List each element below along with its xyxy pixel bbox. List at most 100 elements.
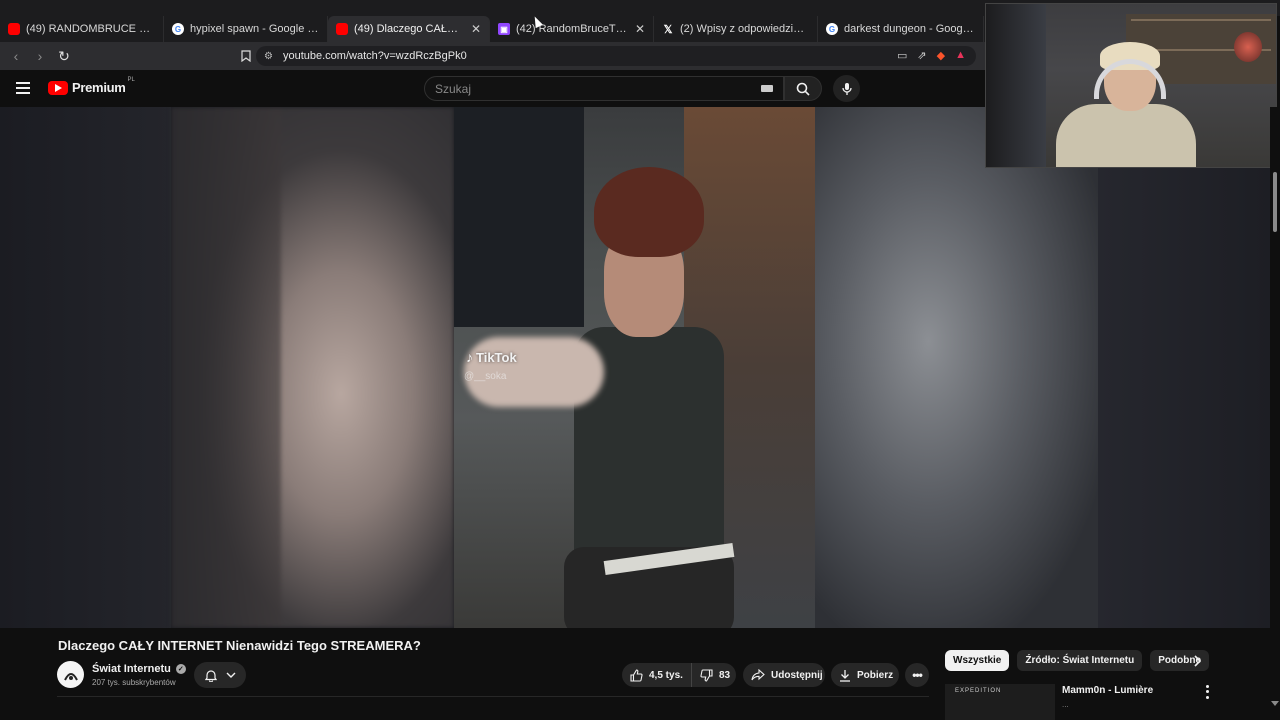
channel-name[interactable]: Świat Internetu ✓ bbox=[92, 663, 186, 675]
brave-shield-icon[interactable]: ◆ bbox=[937, 49, 945, 62]
close-icon[interactable]: ✕ bbox=[635, 22, 645, 36]
download-label: Pobierz bbox=[857, 669, 894, 681]
search-button[interactable] bbox=[784, 76, 822, 101]
tiktok-username: @__soka bbox=[464, 371, 507, 382]
menu-icon[interactable] bbox=[16, 82, 30, 94]
microphone-icon bbox=[841, 82, 852, 95]
tab-title: hypixel spawn - Google Search bbox=[190, 23, 319, 35]
tab-title: (2) Wpisy z odpowiedziami użytkown bbox=[680, 23, 809, 35]
address-bar[interactable]: ⚙ youtube.com/watch?v=wzdRczBgPk0 ▭ ⇗ ◆ … bbox=[256, 46, 976, 66]
tab-title: (49) RANDOMBRUCE MA CIĘŻKĄ SYT bbox=[26, 23, 155, 35]
tab-title: (42) RandomBruceTV - Twitch bbox=[516, 23, 629, 35]
browser-tab-active[interactable]: (49) Dlaczego CAŁY INTERNET N ✕ bbox=[328, 16, 490, 42]
ambient-blur-right bbox=[1098, 107, 1270, 628]
video-player[interactable]: ♪ TikTok @__soka bbox=[0, 107, 1270, 628]
address-bar-actions: ▭ ⇗ ◆ ▲ bbox=[897, 49, 966, 62]
bookmark-icon[interactable] bbox=[236, 46, 256, 66]
youtube-icon bbox=[336, 23, 348, 35]
recommendation-channel: ... bbox=[1062, 700, 1069, 709]
browser-tab-strip: (49) RANDOMBRUCE MA CIĘŻKĄ SYT G hypixel… bbox=[0, 16, 985, 42]
more-horizontal-icon: ••• bbox=[912, 668, 923, 682]
tiktok-watermark: ♪ TikTok bbox=[466, 349, 517, 365]
share-label: Udostępnij bbox=[771, 669, 823, 681]
divider bbox=[57, 696, 929, 697]
brave-rewards-icon[interactable]: ▲ bbox=[955, 49, 966, 62]
search-input[interactable]: Szukaj bbox=[424, 76, 784, 101]
twitch-icon: ▣ bbox=[498, 23, 510, 35]
channel-logo-icon bbox=[63, 672, 78, 680]
site-settings-icon[interactable]: ⚙ bbox=[264, 51, 273, 62]
like-count: 4,5 tys. bbox=[649, 669, 683, 681]
page-scrollbar[interactable] bbox=[1270, 107, 1280, 720]
video-person bbox=[464, 167, 735, 628]
recommendation-thumbnail[interactable]: EXPEDITION bbox=[945, 684, 1055, 720]
chevron-right-icon[interactable] bbox=[1190, 653, 1204, 669]
url-text: youtube.com/watch?v=wzdRczBgPk0 bbox=[282, 50, 467, 62]
youtube-header: Premium PL Szukaj bbox=[0, 70, 985, 107]
forward-icon[interactable]: › bbox=[30, 46, 50, 66]
youtube-logo[interactable]: Premium PL bbox=[48, 76, 135, 95]
kebab-menu-icon[interactable] bbox=[1203, 684, 1211, 700]
webcam-window bbox=[986, 4, 1046, 167]
browser-tab[interactable]: G hypixel spawn - Google Search bbox=[164, 16, 328, 42]
video-frame[interactable]: ♪ TikTok @__soka bbox=[454, 107, 815, 628]
share-icon[interactable]: ⇗ bbox=[917, 49, 926, 62]
ambient-blur-left-inner bbox=[171, 107, 454, 628]
cast-icon[interactable]: ▭ bbox=[897, 49, 907, 62]
chip-all[interactable]: Wszystkie bbox=[945, 650, 1010, 671]
scroll-down-icon[interactable] bbox=[1271, 701, 1279, 706]
youtube-icon bbox=[8, 23, 20, 35]
browser-tab[interactable]: G darkest dungeon - Google Search bbox=[818, 16, 984, 42]
region-code: PL bbox=[127, 76, 135, 83]
dislike-count: 83 bbox=[719, 669, 731, 681]
like-dislike-group: 4,5 tys. 83 bbox=[622, 663, 736, 687]
chip-source[interactable]: Źródło: Świat Internetu bbox=[1017, 650, 1143, 671]
voice-search-button[interactable] bbox=[833, 75, 860, 102]
youtube-play-icon bbox=[48, 80, 68, 95]
search-icon bbox=[796, 82, 810, 96]
search-placeholder: Szukaj bbox=[435, 81, 472, 96]
ambient-blur-right-inner bbox=[815, 107, 1098, 628]
ambient-blur-left bbox=[0, 107, 171, 628]
tiktok-icon: ♪ bbox=[466, 349, 473, 365]
browser-toolbar: ‹ › ↻ ⚙ youtube.com/watch?v=wzdRczBgPk0 … bbox=[0, 42, 985, 70]
thumbs-up-icon bbox=[630, 668, 643, 682]
reload-icon[interactable]: ↻ bbox=[54, 46, 74, 66]
tab-title: darkest dungeon - Google Search bbox=[844, 23, 975, 35]
related-filter-chips: Wszystkie Źródło: Świat Internetu Podobn… bbox=[945, 650, 1210, 671]
subscriber-count: 207 tys. subskrybentów bbox=[92, 678, 176, 687]
keyboard-icon[interactable] bbox=[761, 85, 773, 92]
channel-avatar[interactable] bbox=[57, 661, 84, 688]
person-hair bbox=[594, 167, 704, 257]
like-button[interactable]: 4,5 tys. bbox=[622, 663, 692, 687]
close-icon[interactable]: ✕ bbox=[471, 22, 481, 36]
screen: (49) RANDOMBRUCE MA CIĘŻKĄ SYT G hypixel… bbox=[0, 0, 1280, 720]
share-icon bbox=[751, 669, 765, 681]
google-icon: G bbox=[826, 23, 838, 35]
browser-tab[interactable]: 𝕏 (2) Wpisy z odpowiedziami użytkown bbox=[654, 16, 818, 42]
more-actions-button[interactable]: ••• bbox=[905, 663, 929, 687]
scrollbar-thumb[interactable] bbox=[1273, 172, 1277, 232]
webcam-overlay bbox=[985, 3, 1277, 168]
google-icon: G bbox=[172, 23, 184, 35]
browser-tab[interactable]: (49) RANDOMBRUCE MA CIĘŻKĄ SYT bbox=[0, 16, 164, 42]
chevron-down-icon bbox=[226, 672, 235, 678]
thumbs-down-icon bbox=[700, 668, 713, 682]
recommendation-title[interactable]: Mamm0n - Lumière bbox=[1062, 685, 1153, 696]
x-icon: 𝕏 bbox=[663, 23, 673, 36]
video-title: Dlaczego CAŁY INTERNET Nienawidzi Tego S… bbox=[58, 638, 421, 653]
webcam-lamp bbox=[1234, 32, 1262, 62]
download-icon bbox=[840, 669, 850, 682]
tab-title: (49) Dlaczego CAŁY INTERNET N bbox=[354, 23, 465, 35]
channel-name-text: Świat Internetu bbox=[92, 663, 171, 675]
thumbnail-text: EXPEDITION bbox=[955, 688, 1002, 694]
streamer-body bbox=[1056, 104, 1196, 167]
notifications-button[interactable] bbox=[194, 662, 246, 688]
browser-tab[interactable]: ▣ (42) RandomBruceTV - Twitch ✕ bbox=[490, 16, 654, 42]
share-button[interactable]: Udostępnij bbox=[743, 663, 825, 687]
back-icon[interactable]: ‹ bbox=[6, 46, 26, 66]
download-button[interactable]: Pobierz bbox=[831, 663, 899, 687]
bell-icon bbox=[204, 669, 217, 682]
tiktok-label: TikTok bbox=[476, 349, 517, 365]
dislike-button[interactable]: 83 bbox=[692, 668, 731, 682]
